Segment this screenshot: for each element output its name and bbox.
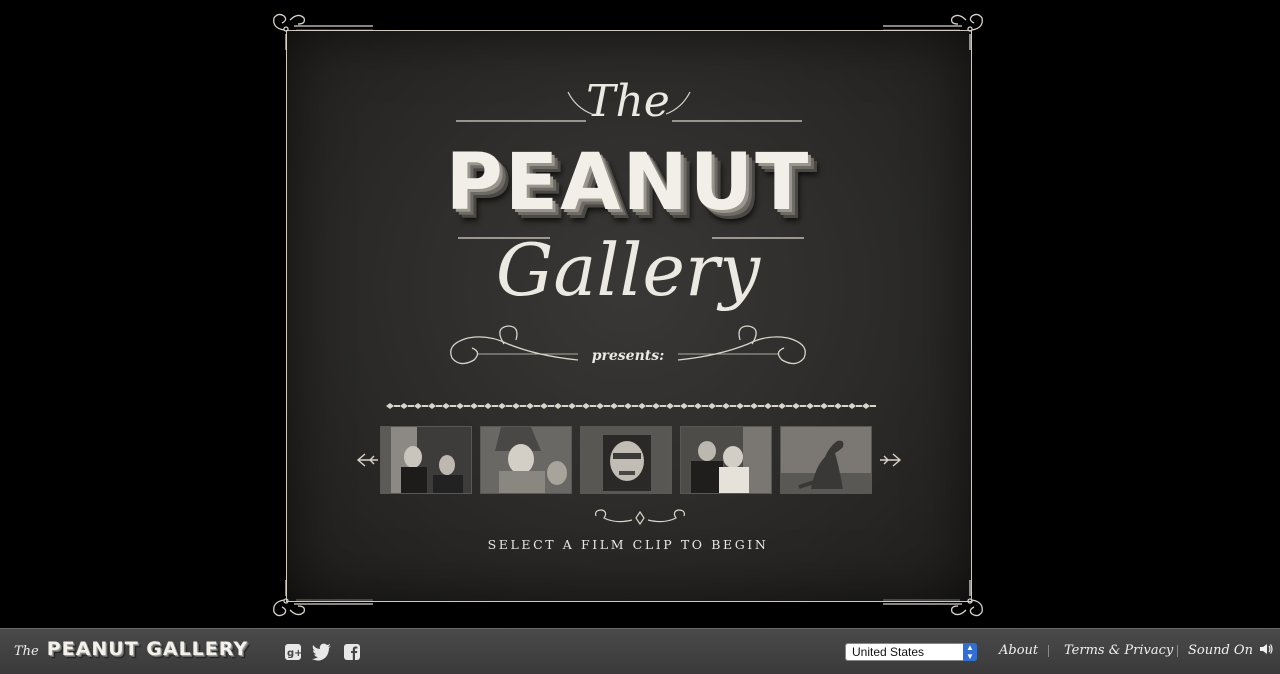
title-the: The	[586, 76, 670, 127]
speaker-icon	[1260, 644, 1273, 654]
dotted-divider-icon	[380, 398, 878, 412]
title-stage: The PEANUT Gallery presents: SELECT A FI…	[268, 10, 988, 620]
terms-privacy-link[interactable]: Terms & Privacy	[1064, 643, 1173, 658]
title-gallery: Gallery	[495, 228, 761, 312]
title-peanut: PEANUT	[445, 138, 811, 228]
select-clip-instruction: SELECT A FILM CLIP TO BEGIN	[487, 537, 769, 552]
corner-flourish-icon	[268, 10, 378, 50]
twitter-icon[interactable]	[312, 643, 332, 661]
presents-label: presents:	[591, 348, 665, 364]
select-chevron-icon: ▲ ▼	[963, 643, 977, 661]
svg-text:g+: g+	[287, 648, 302, 659]
about-link[interactable]: About	[999, 643, 1038, 658]
small-flourish-icon	[592, 508, 688, 528]
sound-toggle-label: Sound On	[1188, 643, 1253, 658]
previous-arrow-icon[interactable]	[356, 451, 380, 469]
next-arrow-icon[interactable]	[878, 451, 902, 469]
footer-logo[interactable]: The PEANUT GALLERY	[14, 638, 248, 660]
film-clip-4[interactable]	[680, 426, 772, 494]
footer-separator	[1048, 645, 1049, 657]
film-clip-1[interactable]	[380, 426, 472, 494]
country-select-value: United States	[852, 645, 925, 659]
film-clip-strip	[380, 426, 872, 494]
google-plus-icon[interactable]: g+	[284, 643, 303, 661]
footer-logo-the: The	[14, 644, 39, 659]
corner-flourish-icon	[268, 580, 378, 620]
corner-flourish-icon	[878, 580, 988, 620]
film-clip-3[interactable]	[580, 426, 672, 494]
corner-flourish-icon	[878, 10, 988, 50]
footer-separator	[1177, 645, 1178, 657]
footer-logo-name: PEANUT GALLERY	[46, 638, 249, 660]
film-clip-2[interactable]	[480, 426, 572, 494]
sound-toggle[interactable]: Sound On	[1188, 643, 1273, 658]
film-clip-5[interactable]	[780, 426, 872, 494]
facebook-icon[interactable]	[343, 643, 361, 661]
country-select[interactable]: United States ▲ ▼	[845, 643, 977, 661]
